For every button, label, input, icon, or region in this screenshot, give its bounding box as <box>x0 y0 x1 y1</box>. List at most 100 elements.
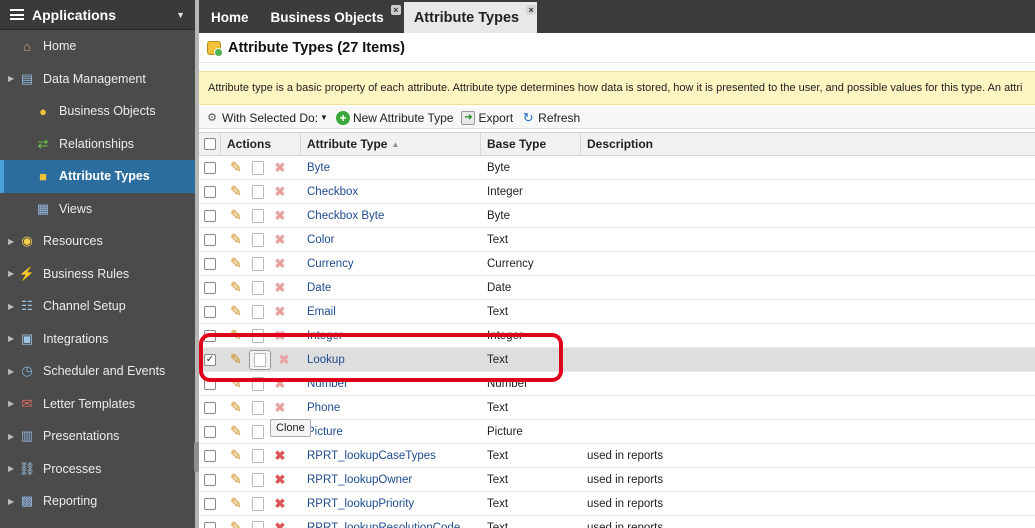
sidebar-item-processes[interactable]: ▶ ⛓ Processes <box>0 453 195 486</box>
table-row[interactable]: ✎ ✖ Integer Integer <box>199 324 1035 348</box>
clone-icon[interactable] <box>249 255 267 275</box>
expand-arrow-icon[interactable]: ▶ <box>8 367 18 376</box>
delete-icon[interactable]: ✖ <box>271 159 289 177</box>
delete-icon[interactable]: ✖ <box>271 471 289 489</box>
attribute-type-header[interactable]: Attribute Type ▲ <box>301 133 481 155</box>
clone-icon[interactable] <box>249 183 267 203</box>
sidebar-item-presentations[interactable]: ▶ ▥ Presentations <box>0 420 195 453</box>
clone-icon[interactable] <box>249 231 267 251</box>
sidebar-item-scheduler-and-events[interactable]: ▶ ◷ Scheduler and Events <box>0 355 195 388</box>
attribute-type-link[interactable]: Checkbox Byte <box>307 210 384 222</box>
edit-pencil-icon[interactable]: ✎ <box>227 423 245 441</box>
delete-icon[interactable]: ✖ <box>271 399 289 417</box>
delete-icon[interactable]: ✖ <box>271 279 289 297</box>
delete-icon[interactable]: ✖ <box>271 519 289 528</box>
attribute-type-link[interactable]: Phone <box>307 402 340 414</box>
attribute-type-link[interactable]: Picture <box>307 426 343 438</box>
clone-icon[interactable] <box>249 423 267 443</box>
table-row[interactable]: ✎ ✖ Email Text <box>199 300 1035 324</box>
sidebar-item-resources[interactable]: ▶ ◉ Resources <box>0 225 195 258</box>
delete-icon[interactable]: ✖ <box>271 375 289 393</box>
table-row[interactable]: ✎ ✖ Date Date <box>199 276 1035 300</box>
row-checkbox[interactable] <box>204 449 216 462</box>
edit-pencil-icon[interactable]: ✎ <box>227 375 245 393</box>
clone-icon[interactable] <box>249 207 267 227</box>
attribute-type-link[interactable]: RPRT_lookupPriority <box>307 498 414 510</box>
row-checkbox[interactable] <box>204 401 216 414</box>
tab-business-objects[interactable]: Business Objects × <box>261 2 402 33</box>
edit-pencil-icon[interactable]: ✎ <box>227 231 245 249</box>
edit-pencil-icon[interactable]: ✎ <box>227 495 245 513</box>
clone-icon[interactable] <box>249 349 271 371</box>
attribute-type-link[interactable]: Currency <box>307 258 354 270</box>
expand-arrow-icon[interactable]: ▶ <box>8 237 18 246</box>
expand-arrow-icon[interactable]: ▶ <box>8 269 18 278</box>
clone-icon[interactable] <box>249 327 267 347</box>
tab-home[interactable]: Home <box>201 2 259 33</box>
edit-pencil-icon[interactable]: ✎ <box>227 471 245 489</box>
tab-attribute-types[interactable]: Attribute Types × <box>403 2 538 33</box>
expand-arrow-icon[interactable]: ▶ <box>8 497 18 506</box>
delete-icon[interactable]: ✖ <box>271 327 289 345</box>
delete-icon[interactable]: ✖ <box>275 351 293 369</box>
attribute-type-link[interactable]: RPRT_lookupResolutionCode <box>307 522 460 528</box>
attribute-type-link[interactable]: Byte <box>307 162 330 174</box>
edit-pencil-icon[interactable]: ✎ <box>227 159 245 177</box>
table-row[interactable]: ✎ ✖ RPRT_lookupCaseTypes Text used in report… <box>199 444 1035 468</box>
edit-pencil-icon[interactable]: ✎ <box>227 207 245 225</box>
delete-icon[interactable]: ✖ <box>271 183 289 201</box>
delete-icon[interactable]: ✖ <box>271 231 289 249</box>
clone-icon[interactable] <box>249 303 267 323</box>
base-type-header[interactable]: Base Type <box>481 133 581 155</box>
edit-pencil-icon[interactable]: ✎ <box>227 519 245 528</box>
attribute-type-link[interactable]: Integer <box>307 330 343 342</box>
select-all-checkbox[interactable] <box>204 138 216 150</box>
description-header[interactable]: Description <box>581 133 1035 155</box>
row-checkbox[interactable] <box>204 233 216 246</box>
table-row[interactable]: ✎✖PicturePicture <box>199 420 1035 444</box>
clone-icon[interactable] <box>249 495 267 515</box>
edit-pencil-icon[interactable]: ✎ <box>227 303 245 321</box>
row-checkbox[interactable] <box>204 521 216 528</box>
sidebar-item-data-management[interactable]: ▶ ▤ Data Management <box>0 63 195 96</box>
edit-pencil-icon[interactable]: ✎ <box>227 327 245 345</box>
row-checkbox[interactable] <box>204 329 216 342</box>
attribute-type-link[interactable]: Color <box>307 234 334 246</box>
delete-icon[interactable]: ✖ <box>271 495 289 513</box>
edit-pencil-icon[interactable]: ✎ <box>227 183 245 201</box>
attribute-type-link[interactable]: Email <box>307 306 336 318</box>
attribute-type-link[interactable]: RPRT_lookupOwner <box>307 474 412 486</box>
sidebar-item-letter-templates[interactable]: ▶ ✉ Letter Templates <box>0 388 195 421</box>
export-button[interactable]: ➜ Export <box>461 110 513 125</box>
row-checkbox[interactable]: ✓ <box>204 353 216 366</box>
row-checkbox[interactable] <box>204 185 216 198</box>
delete-icon[interactable]: ✖ <box>271 207 289 225</box>
expand-arrow-icon[interactable]: ▶ <box>8 432 18 441</box>
delete-icon[interactable]: ✖ <box>271 303 289 321</box>
sidebar-item-reporting[interactable]: ▶ ▩ Reporting <box>0 485 195 518</box>
sidebar-item-home[interactable]: ⌂ Home <box>0 30 195 63</box>
sidebar-item-relationships[interactable]: ⇄ Relationships <box>0 128 195 161</box>
row-checkbox[interactable] <box>204 209 216 222</box>
row-checkbox[interactable] <box>204 281 216 294</box>
clone-icon[interactable] <box>249 471 267 491</box>
edit-pencil-icon[interactable]: ✎ <box>227 399 245 417</box>
close-icon[interactable]: × <box>390 5 401 15</box>
table-row[interactable]: ✎ ✖ Checkbox Byte Byte <box>199 204 1035 228</box>
delete-icon[interactable]: ✖ <box>271 447 289 465</box>
clone-icon[interactable] <box>249 447 267 467</box>
row-checkbox[interactable] <box>204 377 216 390</box>
table-row[interactable]: ✎ ✖ Number Number <box>199 372 1035 396</box>
clone-icon[interactable] <box>249 159 267 179</box>
edit-pencil-icon[interactable]: ✎ <box>227 279 245 297</box>
attribute-type-link[interactable]: Lookup <box>307 354 345 366</box>
with-selected-menu[interactable]: ⚙ With Selected Do: ▼ <box>205 111 328 125</box>
delete-icon[interactable]: ✖ <box>271 255 289 273</box>
edit-pencil-icon[interactable]: ✎ <box>227 255 245 273</box>
close-icon[interactable]: × <box>526 5 537 15</box>
edit-pencil-icon[interactable]: ✎ <box>227 351 245 369</box>
sidebar-item-business-rules[interactable]: ▶ ⚡ Business Rules <box>0 258 195 291</box>
row-checkbox[interactable] <box>204 425 216 438</box>
row-checkbox[interactable] <box>204 473 216 486</box>
attribute-type-link[interactable]: Checkbox <box>307 186 358 198</box>
